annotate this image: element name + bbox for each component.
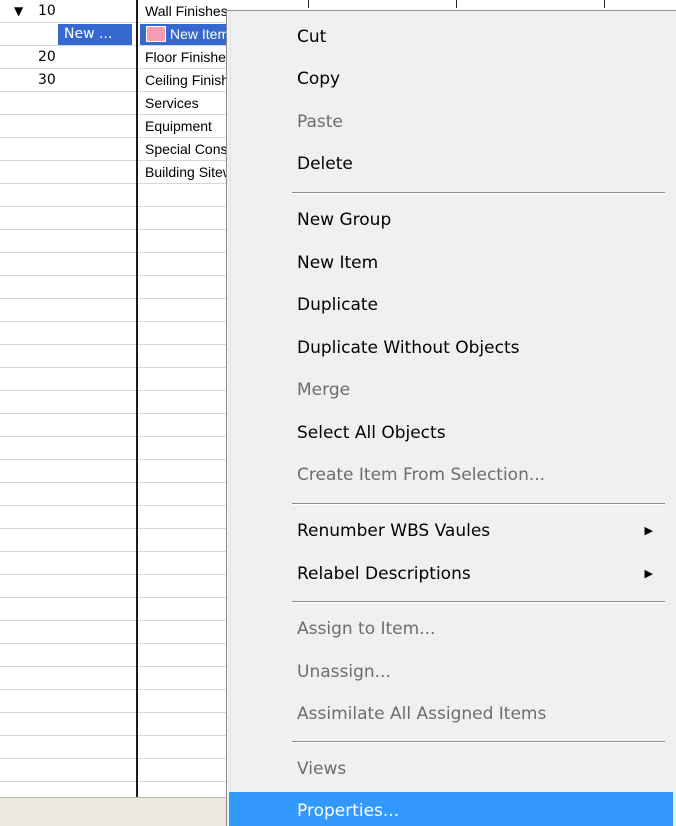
description-cell[interactable]: Equipment: [140, 115, 230, 137]
wbs-number-text: New ...: [58, 24, 132, 45]
description-cell[interactable]: Special Construction: [140, 138, 230, 160]
wbs-number-cell[interactable]: [0, 92, 136, 114]
wbs-number-text: 10: [38, 3, 56, 19]
submenu-arrow-icon: ▶: [644, 524, 653, 537]
menu-item-duplicate[interactable]: Duplicate: [229, 285, 673, 325]
wbs-number-text: 20: [38, 49, 56, 65]
menu-item-merge[interactable]: Merge: [229, 370, 673, 410]
menu-separator: [292, 741, 665, 743]
column-divider[interactable]: [136, 0, 138, 797]
application-window: ▼ 10 Wall Finishes New ... New Item 20 F…: [0, 0, 676, 826]
menu-item-paste[interactable]: Paste: [229, 102, 673, 142]
wbs-number-cell[interactable]: 20: [0, 46, 136, 68]
wbs-number-cell[interactable]: [0, 115, 136, 137]
description-cell[interactable]: Ceiling Finishes: [140, 69, 230, 91]
menu-item-renumber-wbs-values[interactable]: Renumber WBS Vaules ▶: [229, 511, 673, 551]
description-cell[interactable]: New Item: [140, 23, 230, 45]
wbs-number-cell[interactable]: [0, 138, 136, 160]
menu-separator: [292, 601, 665, 603]
description-cell[interactable]: Wall Finishes: [140, 0, 230, 22]
wbs-number-cell[interactable]: 30: [0, 69, 136, 91]
color-swatch-icon[interactable]: [146, 26, 166, 42]
menu-separator: [292, 503, 665, 505]
description-cell[interactable]: Floor Finishes: [140, 46, 230, 68]
menu-item-assimilate-all-assigned-items[interactable]: Assimilate All Assigned Items: [229, 694, 673, 734]
menu-separator: [292, 192, 665, 194]
wbs-number-cell[interactable]: [0, 161, 136, 183]
menu-item-properties[interactable]: Properties...: [229, 792, 673, 826]
context-menu: Cut Copy Paste Delete New Group New Item…: [226, 10, 676, 826]
menu-item-new-item[interactable]: New Item: [229, 243, 673, 283]
menu-item-unassign[interactable]: Unassign...: [229, 652, 673, 692]
menu-item-label: Relabel Descriptions: [297, 564, 471, 584]
wbs-number-cell[interactable]: ▼ 10: [0, 0, 136, 22]
menu-item-copy[interactable]: Copy: [229, 59, 673, 99]
description-cell[interactable]: Services: [140, 92, 230, 114]
menu-item-new-group[interactable]: New Group: [229, 200, 673, 240]
menu-item-assign-to-item[interactable]: Assign to Item...: [229, 609, 673, 649]
menu-item-delete[interactable]: Delete: [229, 144, 673, 184]
menu-item-relabel-descriptions[interactable]: Relabel Descriptions ▶: [229, 554, 673, 594]
expand-collapse-icon[interactable]: ▼: [14, 0, 23, 22]
description-text: New Item: [170, 26, 230, 42]
wbs-number-cell[interactable]: New ...: [0, 23, 136, 45]
wbs-number-text: 30: [38, 72, 56, 88]
submenu-arrow-icon: ▶: [644, 567, 653, 580]
menu-item-create-item-from-selection[interactable]: Create Item From Selection...: [229, 455, 673, 495]
menu-item-views[interactable]: Views: [229, 749, 673, 789]
menu-item-label: Renumber WBS Vaules: [297, 521, 491, 541]
menu-item-select-all-objects[interactable]: Select All Objects: [229, 413, 673, 453]
menu-item-duplicate-without-objects[interactable]: Duplicate Without Objects: [229, 328, 673, 368]
description-cell[interactable]: Building Sitework: [140, 161, 230, 183]
menu-item-cut[interactable]: Cut: [229, 17, 673, 57]
